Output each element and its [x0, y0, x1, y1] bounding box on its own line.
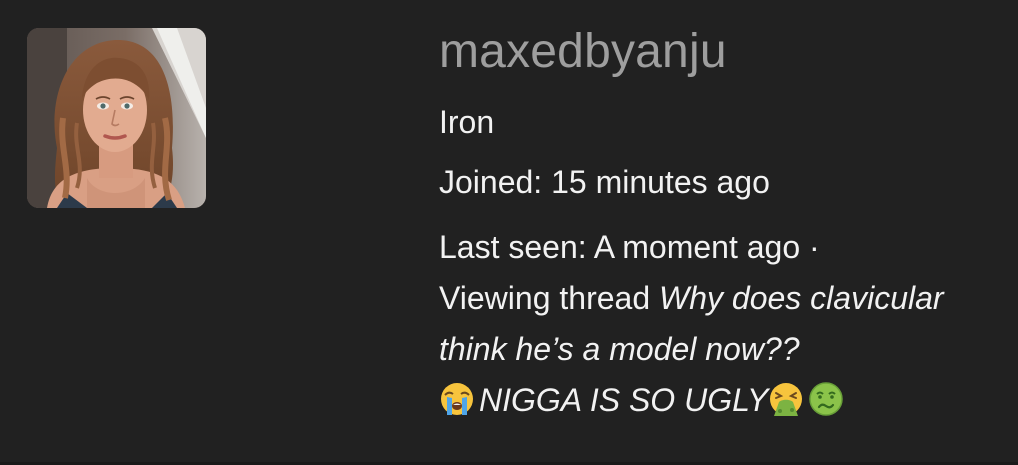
face-vomiting-icon	[768, 381, 804, 417]
joined-value: 15 minutes ago	[551, 164, 770, 200]
thread-title-tail: NIGGA IS SO UGLY	[479, 382, 769, 418]
last-seen-value: A moment ago	[593, 229, 801, 265]
username[interactable]: maxedbyanju	[439, 20, 1009, 84]
viewing-prefix: Viewing thread	[439, 280, 651, 316]
last-seen-activity: Last seen: A moment ago · Viewing thread …	[439, 222, 1004, 426]
last-seen-label: Last seen:	[439, 229, 587, 265]
avatar[interactable]	[27, 28, 206, 208]
joined-line: Joined: 15 minutes ago	[439, 162, 1009, 202]
profile-card: maxedbyanju Iron Joined: 15 minutes ago …	[0, 0, 1018, 465]
nauseated-face-icon	[808, 381, 844, 417]
avatar-image	[27, 28, 206, 208]
separator-dot: ·	[809, 229, 820, 265]
user-rank: Iron	[439, 104, 495, 140]
loudly-crying-face-icon	[439, 381, 475, 417]
profile-info: maxedbyanju Iron Joined: 15 minutes ago …	[439, 20, 1009, 426]
joined-label: Joined:	[439, 164, 543, 200]
